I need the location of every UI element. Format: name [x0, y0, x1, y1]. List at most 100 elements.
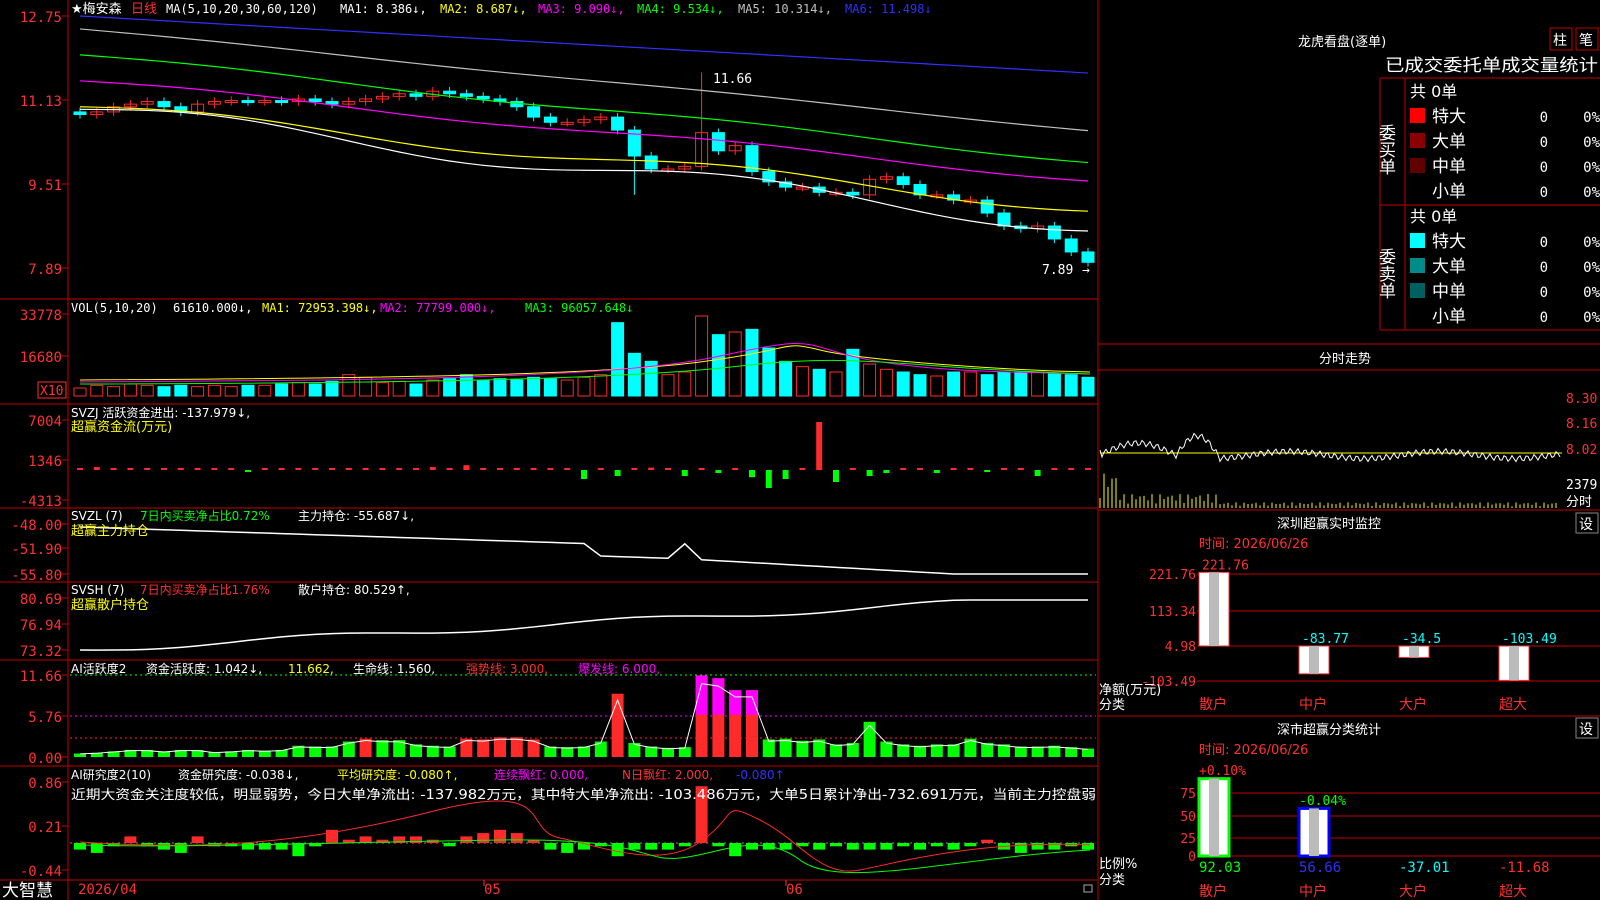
money-flow-bar: [295, 468, 302, 470]
research-bar: [1014, 843, 1027, 853]
main-holding-line[interactable]: [79, 526, 1088, 575]
svzl-hold: 主力持仓: -55.687↓,: [298, 508, 414, 523]
monitor-time: 时间: 2026/06/26: [1199, 537, 1308, 552]
money-flow-bars[interactable]: [77, 422, 1091, 488]
classify-unit: 比例%: [1099, 857, 1137, 872]
ma1-line: [79, 108, 1089, 232]
vol-unit: X10: [40, 384, 63, 399]
order-color-icon: [1410, 133, 1425, 148]
money-flow-bar: [866, 470, 873, 476]
candle-body: [980, 199, 994, 214]
volume-bar: [762, 347, 776, 397]
stock-chart-canvas[interactable]: 12.75 11.13 9.51 7.89 33778 16680 7004 1…: [0, 0, 1600, 900]
sell-total: 共 0单: [1410, 207, 1457, 226]
research-bar: [628, 843, 641, 850]
volume-bar: [392, 380, 406, 397]
money-flow-bar: [782, 470, 789, 479]
buy-side-label: 委买单: [1375, 124, 1396, 175]
buy-side-text: 委买单: [1375, 124, 1396, 175]
monitor-category: 大户: [1399, 696, 1427, 713]
volume-bar: [594, 374, 608, 397]
activity-bar: [611, 693, 624, 757]
volume-bar: [879, 368, 893, 397]
vol-title: VOL(5,10,20): [71, 301, 158, 315]
intraday-vol-label: 分时: [1566, 495, 1592, 510]
volume-bar: [107, 386, 121, 397]
money-flow-bar: [497, 468, 503, 470]
money-flow-bar: [597, 468, 604, 470]
order-type: 特大: [1432, 107, 1466, 127]
money-flow-bar: [732, 468, 739, 470]
money-flow-bar: [933, 470, 940, 473]
order-count: 0: [1540, 135, 1548, 151]
research-bar: [477, 833, 490, 843]
research-bar: [544, 843, 557, 850]
svsh-subtitle: 超赢散户持仓: [71, 597, 149, 613]
volume-bars[interactable]: [73, 315, 1095, 397]
volume-bar: [73, 387, 87, 397]
monitor-title: 深圳超赢实时监控: [1277, 516, 1381, 532]
period-label: 日线: [131, 2, 157, 17]
activity-bar: [510, 737, 523, 757]
money-flow-bar: [883, 470, 890, 473]
money-flow-bar: [581, 470, 587, 479]
monitor-category-label: 分类: [1099, 698, 1125, 713]
high-price-label: 11.66: [713, 72, 752, 87]
volume-bar: [678, 371, 692, 397]
candle-body: [308, 98, 322, 103]
ai2-f3: 连续飘红: 0.000,: [494, 767, 588, 782]
volume-bar: [1081, 376, 1095, 397]
monitor-bar-shade: [1309, 646, 1319, 674]
activity-bar: [309, 746, 322, 757]
research-bar: [124, 836, 137, 843]
activity-bar: [1082, 748, 1094, 757]
order-type: 大单: [1432, 132, 1466, 152]
lock-icon[interactable]: [1083, 884, 1093, 893]
money-flow-bar: [429, 467, 436, 470]
monitor-bar-chart[interactable]: 221.76 113.34 4.98 -103.49 221.76 散户 -83.77 中户 -…: [1141, 558, 1600, 713]
avg-research-line: [79, 800, 1091, 872]
order-color-icon: [1410, 158, 1425, 173]
ai2-header: AI研究度2(10) 资金研究度: -0.038↓, 平均研究度: -0.080…: [71, 767, 785, 782]
research-bar: [930, 843, 943, 847]
classify-category-label: 分类: [1099, 873, 1125, 888]
money-flow-bar: [547, 468, 554, 470]
classify-category: 中户: [1299, 883, 1327, 900]
money-flow-bar: [816, 422, 823, 470]
classify-bar-chart[interactable]: 75 50 25 0 +0.10% -0.04% 92.03 散户 56.66 中户 -37.01 大…: [1180, 764, 1600, 900]
classify-bar-value: 56.66: [1299, 860, 1341, 876]
ai1-f5: 爆发线: 6.000,: [578, 661, 660, 676]
order-pct: 0%: [1583, 135, 1600, 151]
monitor-unit: 净额(万元): [1099, 683, 1161, 698]
money-flow-bar: [665, 468, 671, 470]
buy-order-table: 特大 0 0% 大单 0 0% 中单 0 0% 小单 0 0%: [1410, 107, 1600, 202]
money-flow-bar: [833, 470, 839, 482]
svzj-title: SVZJ 活跃资金进出: -137.979↓,: [71, 405, 250, 420]
order-color-icon: [1410, 283, 1425, 298]
research-bar: [947, 843, 960, 850]
retail-holding-line[interactable]: [79, 599, 1088, 651]
svsh-y-tick: 80.69: [20, 592, 62, 608]
activity-bar-top: [712, 678, 725, 715]
ma2-value: MA2: 8.687↓,: [440, 2, 527, 16]
volume-bar: [997, 371, 1011, 397]
sell-side-label: 委卖单: [1375, 248, 1396, 299]
research-bar: [74, 843, 86, 850]
svzj-y-tick: 1346: [28, 454, 62, 470]
panel-frame: [0, 0, 1600, 900]
candle-body: [997, 212, 1011, 227]
research-bar: [510, 833, 523, 843]
intraday-chart[interactable]: [1099, 432, 1562, 508]
research-bar: [830, 843, 842, 847]
candle-body: [275, 100, 289, 104]
money-flow-bar: [1068, 468, 1075, 470]
kline-header: ★梅安森 日线 MA(5,10,20,30,60,120) MA1: 8.386…: [71, 2, 932, 17]
money-flow-bar: [329, 468, 335, 470]
volume-bar: [695, 315, 709, 397]
research-bar: [662, 843, 674, 850]
monitor-y-tick: 4.98: [1165, 640, 1196, 655]
volume-bar: [258, 384, 272, 397]
stats-tabs[interactable]: 已成交委托单成交量统计: [1385, 56, 1598, 76]
activity-bars[interactable]: [70, 674, 1096, 757]
candlestick-chart[interactable]: [73, 72, 1095, 267]
